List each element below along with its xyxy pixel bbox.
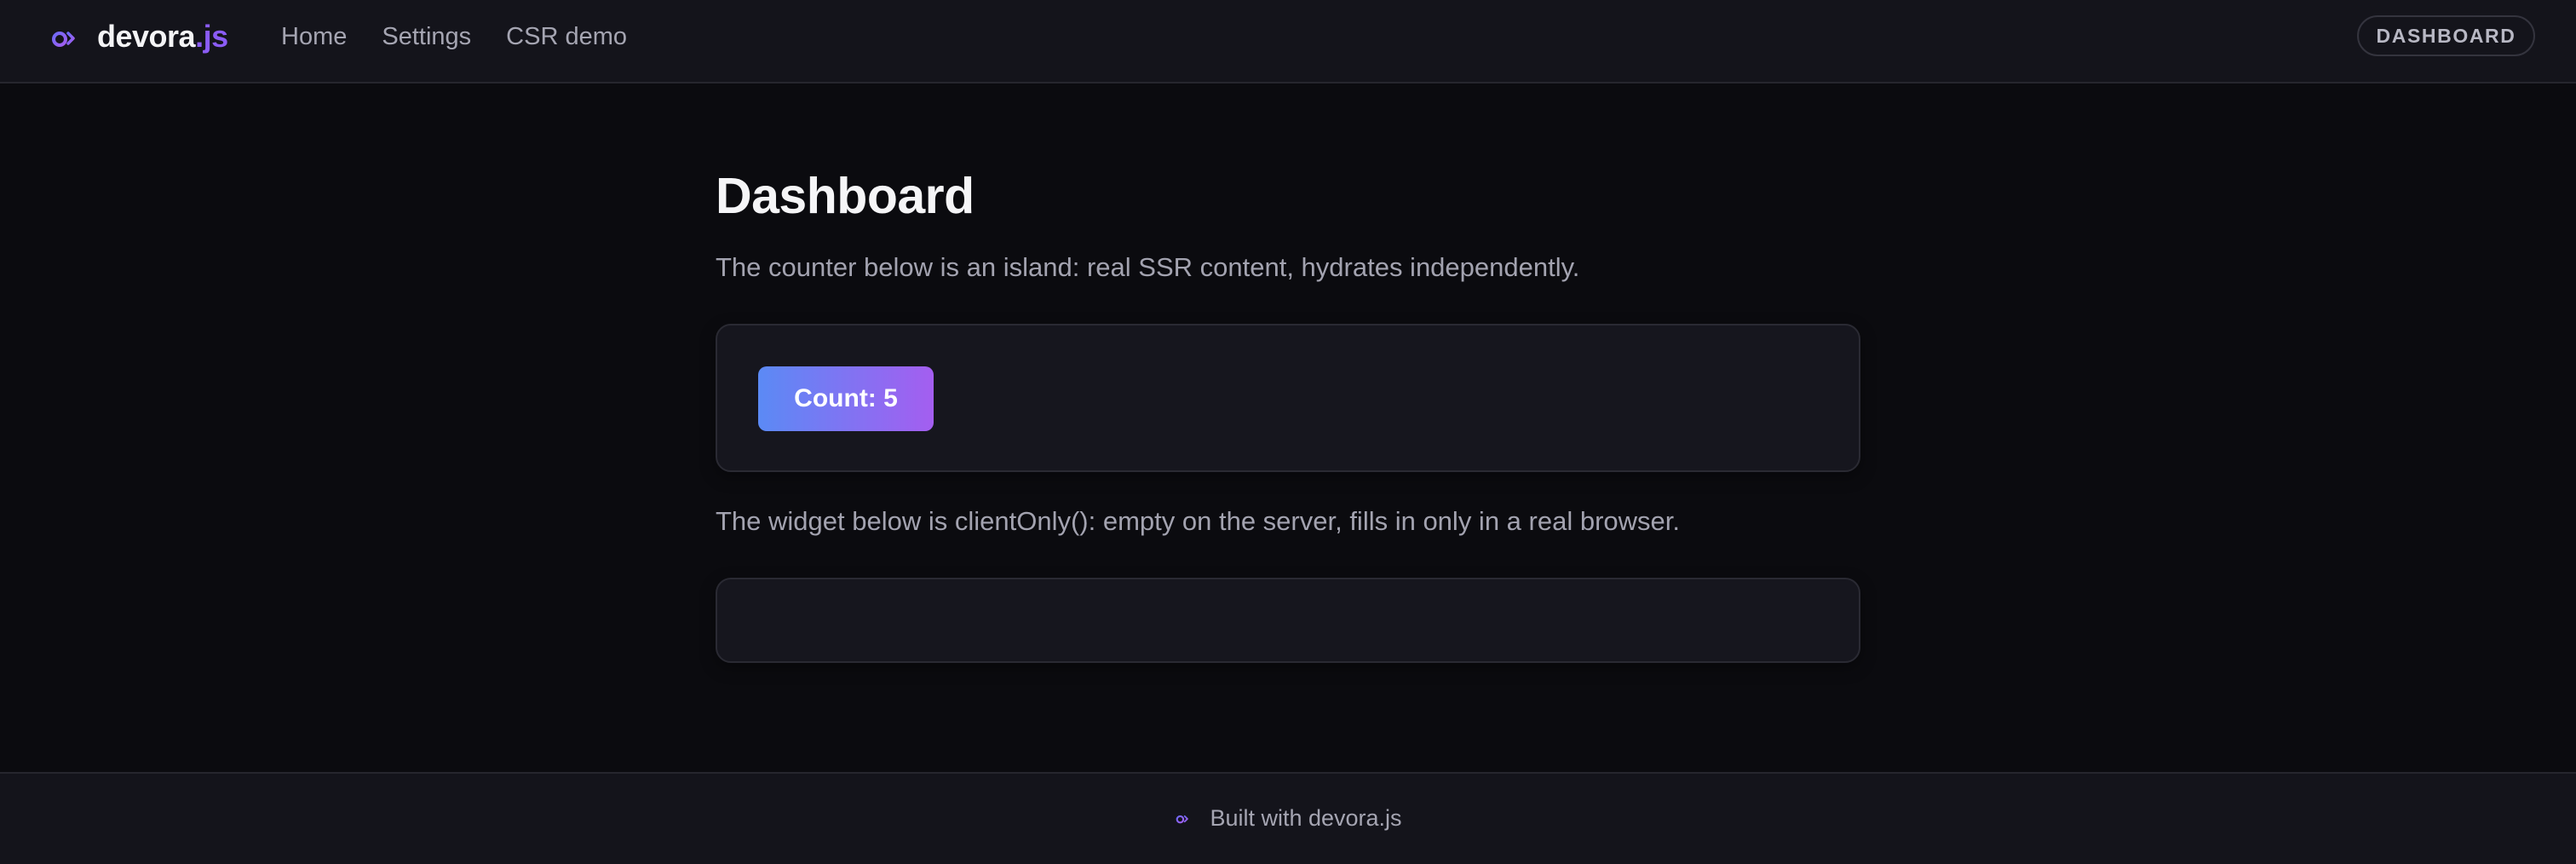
footer-text: Built with devora.js (1210, 804, 1402, 831)
footer-content: Built with devora.js (0, 799, 2576, 837)
main-nav: Home Settings CSR demo (281, 0, 662, 73)
nav-link-csr-demo[interactable]: CSR demo (506, 23, 627, 51)
page-title: Dashboard (716, 168, 975, 224)
top-navbar: devora.js Home Settings CSR demo DASHBOA… (0, 0, 2576, 84)
counter-button[interactable]: Count: 5 (758, 366, 934, 431)
nav-link-settings[interactable]: Settings (382, 23, 471, 51)
devora-logo-icon (1176, 812, 1189, 824)
island-description: The counter below is an island: real SSR… (716, 252, 1580, 282)
route-badge: DASHBOARD (2357, 15, 2535, 56)
island-card: Count: 5 (716, 324, 1860, 472)
brand-logo[interactable]: devora.js (48, 0, 228, 73)
devora-logo-icon (52, 26, 75, 47)
brand-accent: .js (195, 19, 228, 54)
nav-link-home[interactable]: Home (281, 23, 347, 51)
client-only-widget (716, 578, 1860, 663)
brand-name: devora.js (97, 19, 228, 54)
footer: Built with devora.js (0, 772, 2576, 864)
client-only-description: The widget below is clientOnly(): empty … (716, 506, 1680, 536)
